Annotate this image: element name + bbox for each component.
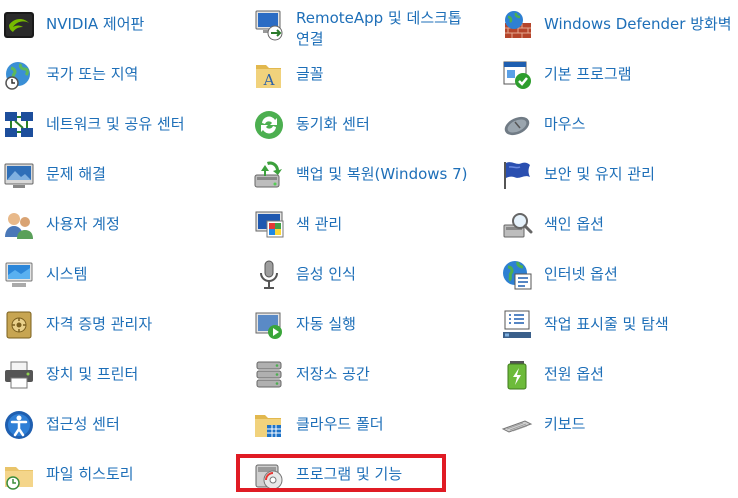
control-panel-item-label: Windows Defender 방화벽 [544,15,732,33]
accessibility-icon [2,408,36,442]
control-panel-item[interactable]: 사용자 계정 [2,202,232,248]
control-panel-item-label: 동기화 센터 [296,115,370,133]
control-panel-item-label: 파일 히스토리 [46,465,134,483]
control-panel-item[interactable]: 자격 증명 관리자 [2,302,232,348]
control-panel-item[interactable]: 전원 옵션 [500,352,736,398]
control-panel-item[interactable]: 기본 프로그램 [500,52,736,98]
system-icon [2,258,36,292]
control-panel-item-label: 자격 증명 관리자 [46,315,153,333]
svg-text:A: A [263,71,275,89]
control-panel-item-label: 색인 옵션 [544,215,604,233]
control-panel-item-label: 마우스 [544,115,586,133]
control-panel-item[interactable]: 저장소 공간 [252,352,490,398]
control-panel-item-label: 전원 옵션 [544,365,604,383]
control-panel-item-label: 문제 해결 [46,165,106,183]
control-panel-item[interactable]: 시스템 [2,252,232,298]
control-panel-item-label: 작업 표시줄 및 탐색 [544,315,669,333]
control-panel-item-label: 백업 및 복원(Windows 7) [296,165,468,183]
control-panel-item[interactable]: 문제 해결 [2,152,232,198]
control-panel-item[interactable]: Windows Defender 방화벽 [500,2,736,48]
control-panel-item-label: 색 관리 [296,215,343,233]
control-panel-item[interactable]: 색인 옵션 [500,202,736,248]
color-management-icon [252,208,286,242]
power-icon [500,358,534,392]
keyboard-icon [500,408,534,442]
control-panel-item[interactable]: A 글꼴 [252,52,490,98]
sync-icon [252,108,286,142]
control-panel-item[interactable]: 키보드 [500,402,736,448]
firewall-icon [500,8,534,42]
control-panel-item-label: 사용자 계정 [46,215,120,233]
control-panel-item[interactable]: 보안 및 유지 관리 [500,152,736,198]
control-panel-item-label: 국가 또는 지역 [46,65,139,83]
control-panel-item-label: 저장소 공간 [296,365,370,383]
control-panel-item-label: 자동 실행 [296,315,356,333]
control-panel-item-label: 보안 및 유지 관리 [544,165,655,183]
nvidia-icon [2,8,36,42]
control-panel-item-label: RemoteApp 및 데스크톱 연결 [296,9,462,48]
troubleshoot-icon [2,158,36,192]
cloud-folder-icon [252,408,286,442]
control-panel-item-label: 키보드 [544,415,586,433]
control-panel-item[interactable]: 색 관리 [252,202,490,248]
control-panel-item[interactable]: 마우스 [500,102,736,148]
network-icon [2,108,36,142]
control-panel-item[interactable]: 백업 및 복원(Windows 7) [252,152,490,198]
printer-icon [2,358,36,392]
control-panel-item-label: 네트워크 및 공유 센터 [46,115,185,133]
vault-icon [2,308,36,342]
control-panel-item[interactable]: 네트워크 및 공유 센터 [2,102,232,148]
control-panel-item[interactable]: 동기화 센터 [252,102,490,148]
control-panel-item-label: 기본 프로그램 [544,65,632,83]
control-panel-item-label: NVIDIA 제어판 [46,15,145,33]
flag-icon [500,158,534,192]
control-panel-item[interactable]: 국가 또는 지역 [2,52,232,98]
control-panel-item-label: 음성 인식 [296,265,356,283]
control-panel-item[interactable]: NVIDIA 제어판 [2,2,232,48]
default-programs-icon [500,58,534,92]
taskbar-icon [500,308,534,342]
control-panel-grid: NVIDIA 제어판국가 또는 지역네트워크 및 공유 센터문제 해결사용자 계… [0,0,738,495]
globe-clock-icon [2,58,36,92]
microphone-icon [252,258,286,292]
control-panel-item-label: 클라우드 폴더 [296,415,384,433]
control-panel-item[interactable]: 파일 히스토리 [2,452,232,498]
internet-options-icon [500,258,534,292]
control-panel-item[interactable]: 자동 실행 [252,302,490,348]
font-folder-icon: A [252,58,286,92]
control-panel-item[interactable]: RemoteApp 및 데스크톱 연결 [252,2,490,48]
control-panel-item-label: 시스템 [46,265,88,283]
autoplay-icon [252,308,286,342]
file-history-icon [2,458,36,492]
remote-desktop-icon [252,8,286,42]
backup-icon [252,158,286,192]
control-panel-item[interactable]: 장치 및 프린터 [2,352,232,398]
storage-icon [252,358,286,392]
mouse-icon [500,108,534,142]
control-panel-item[interactable]: 접근성 센터 [2,402,232,448]
control-panel-item[interactable]: 클라우드 폴더 [252,402,490,448]
selection-highlight-box [236,454,446,492]
control-panel-item[interactable]: 작업 표시줄 및 탐색 [500,302,736,348]
indexing-icon [500,208,534,242]
control-panel-item-label: 인터넷 옵션 [544,265,618,283]
control-panel-item-label: 글꼴 [296,65,324,83]
users-icon [2,208,36,242]
control-panel-item[interactable]: 음성 인식 [252,252,490,298]
control-panel-item-label: 접근성 센터 [46,415,120,433]
control-panel-item[interactable]: 인터넷 옵션 [500,252,736,298]
control-panel-item-label: 장치 및 프린터 [46,365,139,383]
